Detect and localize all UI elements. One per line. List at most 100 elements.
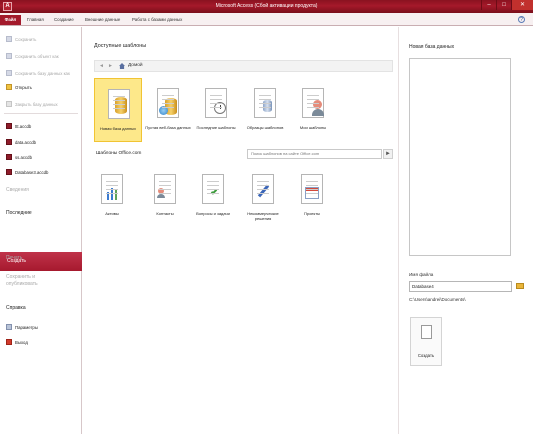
tab-external-data[interactable]: Внешние данные (85, 15, 120, 25)
recent-file-name: Database3.accdb (15, 169, 49, 175)
window-controls: – □ ✕ (481, 0, 533, 11)
template-my-templates[interactable]: Мои шаблоны (289, 78, 337, 142)
save-db-as-command[interactable]: Сохранить базу данных как (6, 69, 70, 77)
template-blank-web-database[interactable]: Пустая веб-база данных (144, 78, 192, 142)
access-db-icon (6, 154, 12, 160)
save-db-as-label: Сохранить базу данных как (15, 70, 70, 76)
tab-file[interactable]: Файл (0, 15, 21, 25)
sidebar-item-print[interactable]: Печать (6, 255, 22, 261)
recent-file-item[interactable]: data.accdb (6, 138, 36, 146)
options-icon (6, 324, 12, 330)
create-button-label: Создать (417, 353, 435, 358)
new-database-heading: Новая база данных (409, 44, 455, 50)
save-label: Сохранить (15, 36, 37, 42)
access-db-icon (6, 123, 12, 129)
new-database-panel: Новая база данных Имя файла Database4 C:… (398, 27, 533, 434)
sample-templates-icon (254, 88, 276, 118)
template-navigation-bar: ◄ ► Домой (94, 60, 393, 72)
access-db-icon (6, 139, 12, 145)
office-template-issues-tasks[interactable]: Вопросы и задачи (189, 164, 237, 220)
exit-label: Выход (15, 339, 28, 345)
template-recent[interactable]: Последние шаблоны (192, 78, 240, 142)
save-object-as-label: Сохранить объект как (15, 53, 59, 59)
backstage-sidebar: Сохранить Сохранить объект как Сохранить… (0, 27, 90, 434)
nonprofit-icon (252, 174, 274, 204)
help-icon[interactable]: ? (518, 16, 525, 23)
back-arrow-icon[interactable]: ◄ (99, 63, 104, 69)
search-go-icon[interactable]: ► (383, 149, 393, 159)
open-command[interactable]: Открыть (6, 83, 32, 91)
save-as-icon (6, 53, 12, 59)
office-templates-heading: Шаблоны Office.com (96, 151, 142, 156)
recent-file-name: ttt.accdb (15, 123, 32, 129)
file-name-label: Имя файла (409, 272, 434, 277)
create-button[interactable]: Создать (410, 317, 442, 366)
browse-folder-icon[interactable] (516, 283, 524, 289)
template-label: Мои шаблоны (299, 125, 327, 130)
template-label: Вопросы и задачи (196, 211, 230, 216)
contacts-icon (154, 174, 176, 204)
home-icon[interactable] (119, 63, 125, 69)
tab-create[interactable]: Создание (54, 15, 74, 25)
template-label: Образцы шаблонов (246, 125, 284, 130)
assets-icon (101, 174, 123, 204)
projects-icon (301, 174, 323, 204)
available-templates-heading: Доступные шаблоны (94, 43, 147, 49)
templates-panel: Доступные шаблоны ◄ ► Домой Новая база д… (82, 27, 398, 434)
new-document-icon (421, 325, 432, 339)
options-command[interactable]: Параметры (6, 323, 38, 331)
file-name-input[interactable]: Database4 (409, 281, 512, 292)
save-db-as-icon (6, 70, 12, 76)
office-template-contacts[interactable]: Контакты (141, 164, 189, 220)
options-label: Параметры (15, 324, 38, 330)
maximize-icon[interactable]: □ (496, 0, 511, 10)
close-window-icon[interactable]: ✕ (511, 0, 533, 10)
template-label: Проекты (303, 211, 321, 216)
sidebar-item-recent[interactable]: Последние (6, 210, 32, 216)
open-label: Открыть (15, 84, 32, 90)
web-database-icon (157, 88, 179, 118)
template-label: Новая база данных (99, 126, 137, 131)
close-db-command[interactable]: Закрыть базу данных (6, 100, 58, 108)
window-title: Microsoft Access (Сбой активации продукт… (215, 3, 318, 9)
exit-command[interactable]: Выход (6, 338, 28, 346)
home-link[interactable]: Домой (128, 63, 143, 68)
close-db-label: Закрыть базу данных (15, 101, 58, 107)
template-label: Контакты (156, 211, 174, 216)
office-template-search-input[interactable]: Поиск шаблонов на сайте Office.com (247, 149, 382, 159)
exit-icon (6, 339, 12, 345)
tab-database-tools[interactable]: Работа с базами данных (132, 15, 182, 25)
template-label: Пустая веб-база данных (145, 125, 191, 130)
template-label: Некоммерческие решения (247, 211, 279, 221)
sidebar-item-save-publish[interactable]: Сохранить и опубликовать (6, 274, 66, 288)
title-bar: A Microsoft Access (Сбой активации проду… (0, 0, 533, 13)
new-database-icon (108, 89, 130, 119)
template-label: Последние шаблоны (196, 125, 236, 130)
close-db-icon (6, 101, 12, 107)
template-new-database[interactable]: Новая база данных (94, 78, 142, 142)
recent-templates-icon (205, 88, 227, 118)
access-db-icon (6, 169, 12, 175)
recent-file-item[interactable]: ttt.accdb (6, 122, 31, 130)
forward-arrow-icon[interactable]: ► (108, 63, 113, 69)
tab-home[interactable]: Главная (27, 15, 44, 25)
save-command[interactable]: Сохранить (6, 35, 36, 43)
file-path: C:\Users\andrei\Documents\ (409, 297, 466, 302)
office-template-projects[interactable]: Проекты (288, 164, 336, 220)
issues-tasks-icon (202, 174, 224, 204)
sidebar-item-help[interactable]: Справка (6, 305, 26, 311)
recent-file-item[interactable]: Database3.accdb (6, 168, 48, 176)
sidebar-item-info[interactable]: Сведения (6, 187, 29, 193)
recent-file-name: ss.accdb (15, 154, 32, 160)
recent-file-item[interactable]: ss.accdb (6, 153, 32, 161)
template-label: Активы (105, 211, 119, 216)
template-samples[interactable]: Образцы шаблонов (241, 78, 289, 142)
ribbon-tabs: Файл Главная Создание Внешние данные Раб… (0, 13, 533, 26)
divider (4, 113, 78, 114)
office-template-assets[interactable]: Активы (88, 164, 136, 220)
minimize-icon[interactable]: – (481, 0, 496, 10)
save-object-as-command[interactable]: Сохранить объект как (6, 52, 59, 60)
recent-file-name: data.accdb (15, 139, 37, 145)
office-template-nonprofit[interactable]: Некоммерческие решения (239, 164, 287, 228)
template-preview (409, 58, 511, 256)
